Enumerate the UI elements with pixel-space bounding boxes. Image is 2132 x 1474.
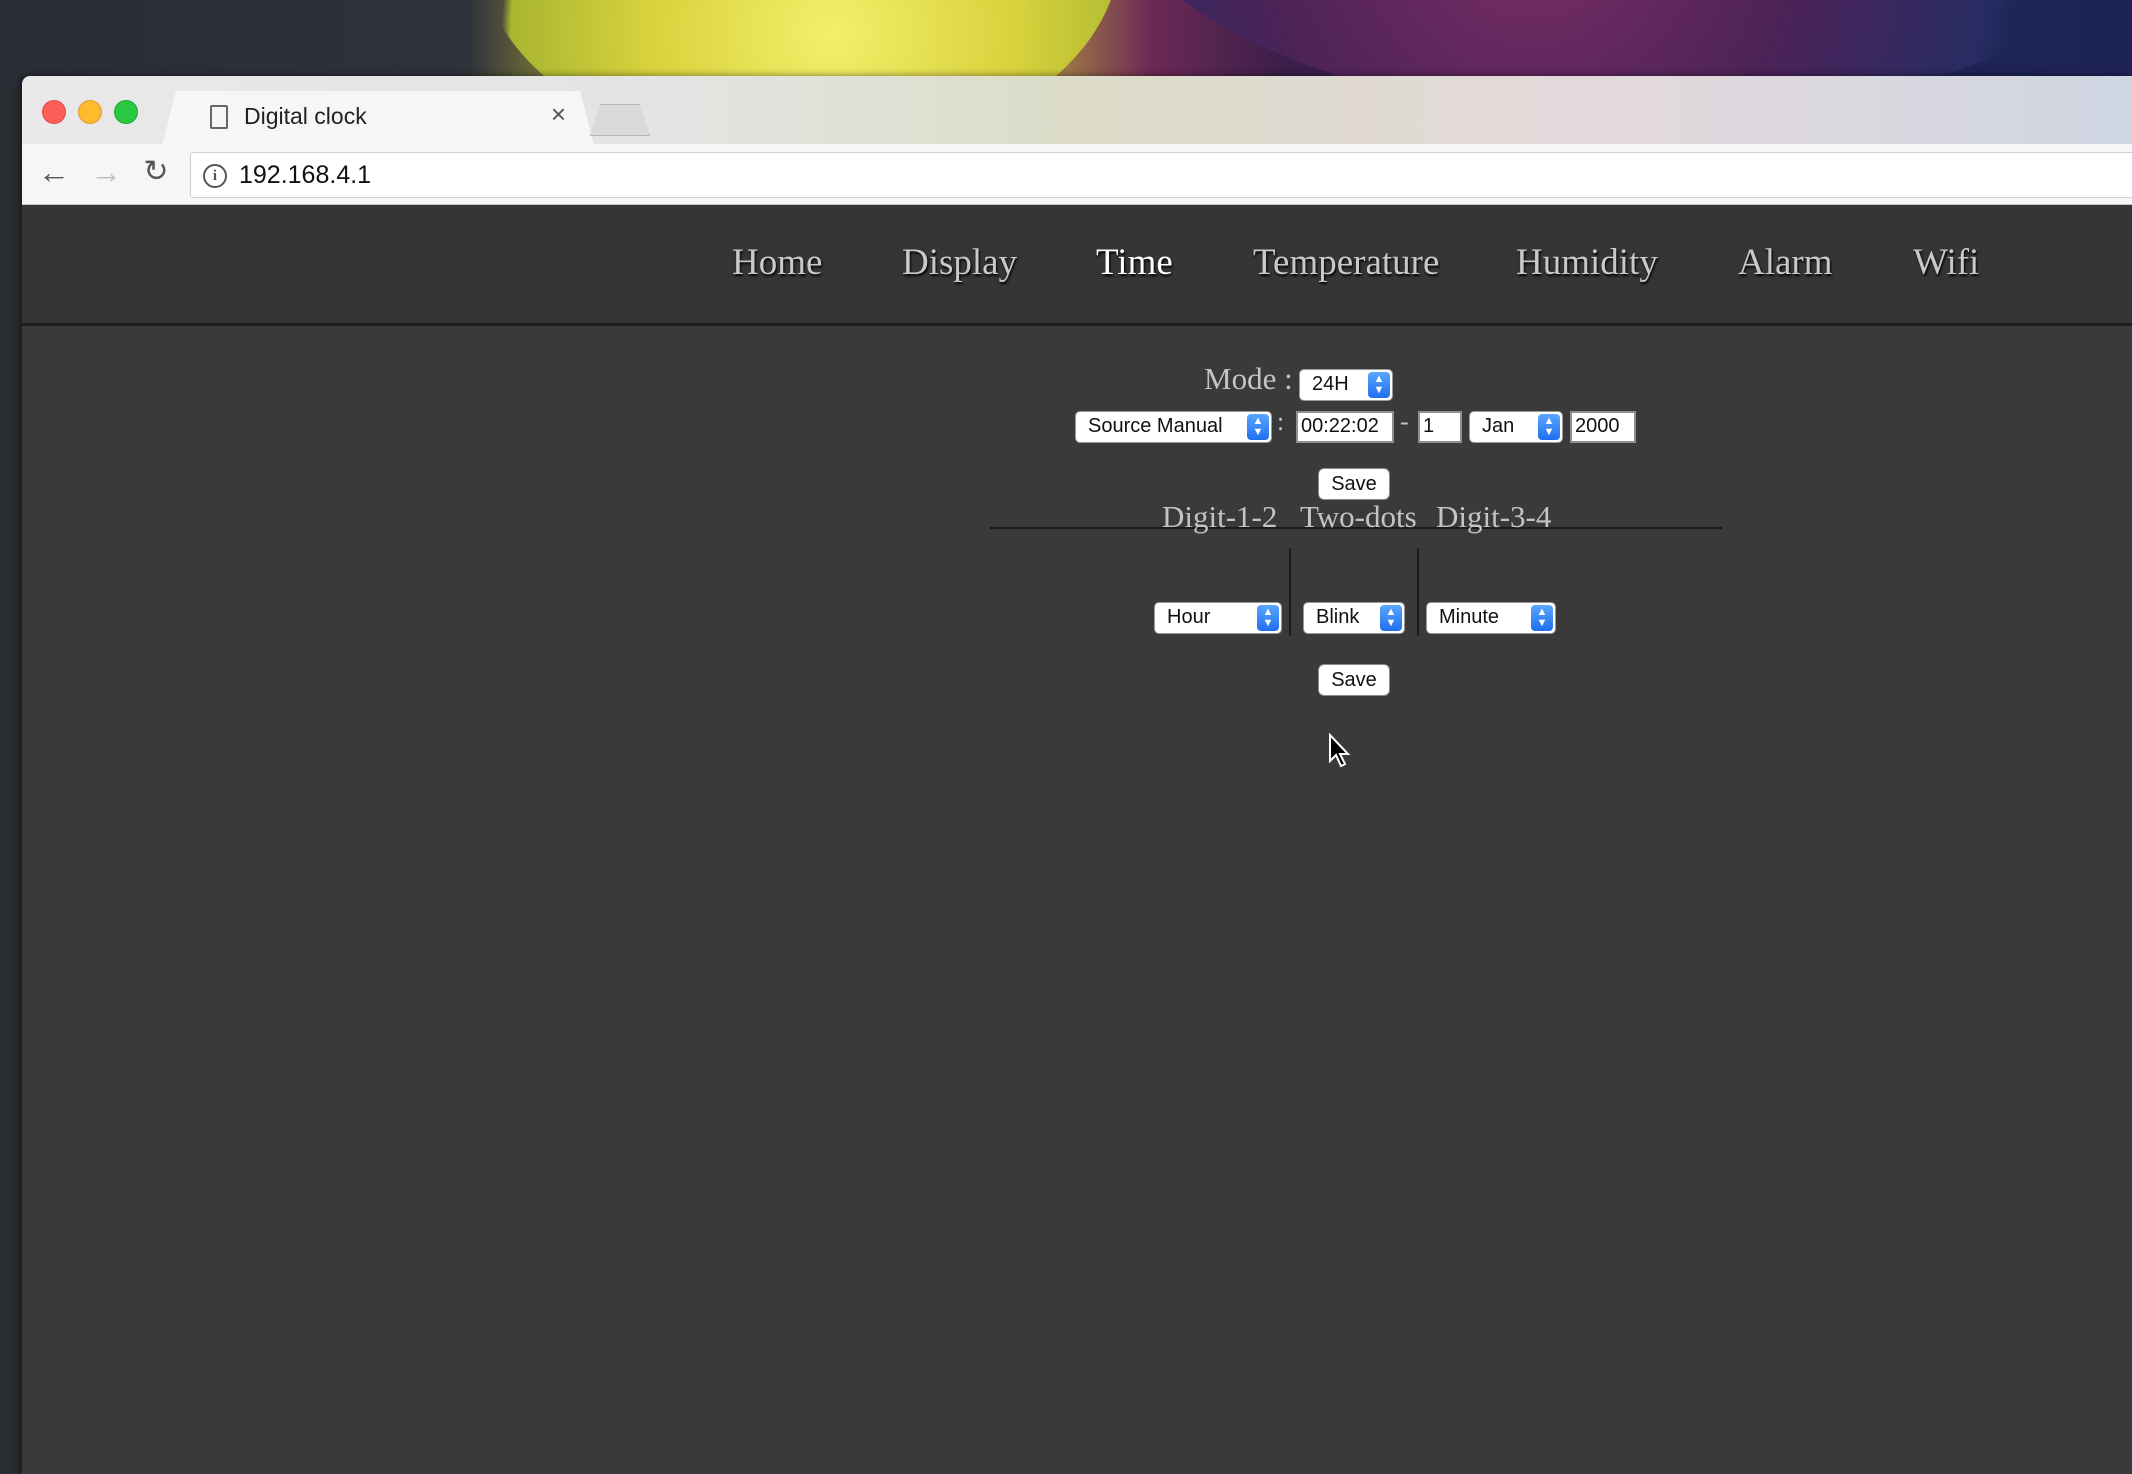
column-divider [1417,548,1419,636]
colon-separator: : [1277,407,1285,436]
top-menu: Home Display Time Temperature Humidity A… [22,205,2132,326]
new-tab-button[interactable] [590,104,650,136]
browser-window: Digital clock × ← → ↻ i 192.168.4.1 Home… [22,76,2132,1474]
digit-3-4-label: Digit-3-4 [1436,499,1552,534]
select-arrows-icon: ▲ ▼ [1247,414,1269,440]
digit-3-4-select-value: Minute [1439,606,1500,628]
select-arrows-icon: ▲ ▼ [1368,372,1390,398]
menu-item-display[interactable]: Display [902,241,1017,284]
source-select-value: Source Manual [1088,415,1223,437]
maximize-window-button[interactable] [114,100,138,124]
tab-digital-clock[interactable]: Digital clock × [162,91,594,145]
menu-item-time[interactable]: Time [1096,241,1173,284]
mode-select[interactable]: 24H ▲ ▼ [1300,370,1392,400]
column-divider [1289,548,1291,636]
minimize-window-button[interactable] [78,100,102,124]
forward-arrow-icon[interactable]: → [86,152,126,192]
month-select-value: Jan [1482,415,1515,437]
save-digits-button[interactable]: Save [1319,665,1389,695]
day-input-value: 1 [1423,415,1435,437]
source-select[interactable]: Source Manual ▲ ▼ [1076,412,1271,442]
digit-1-2-select[interactable]: Hour ▲ ▼ [1155,603,1281,633]
menu-item-home[interactable]: Home [732,241,822,284]
close-window-button[interactable] [42,100,66,124]
info-icon[interactable]: i [203,164,227,188]
reload-icon[interactable]: ↻ [136,152,176,192]
mode-select-value: 24H [1312,373,1349,395]
desktop: Digital clock × ← → ↻ i 192.168.4.1 Home… [0,0,2132,1474]
month-select[interactable]: Jan ▲ ▼ [1470,412,1562,442]
menu-item-humidity[interactable]: Humidity [1516,241,1658,284]
select-arrows-icon: ▲ ▼ [1538,414,1560,440]
day-input[interactable]: 1 [1418,411,1462,443]
year-input-value: 2000 [1575,415,1620,437]
select-arrows-icon: ▲ ▼ [1380,605,1402,631]
time-input[interactable]: 00:22:02 [1296,411,1394,443]
mouse-cursor-icon [1329,733,1351,768]
two-dots-select-value: Blink [1316,606,1360,628]
mode-label: Mode : [1204,361,1293,396]
time-input-value: 00:22:02 [1301,415,1379,437]
page-icon [210,105,228,129]
address-bar[interactable]: i 192.168.4.1 [190,152,2132,198]
menu-item-temperature[interactable]: Temperature [1253,241,1439,284]
digit-1-2-select-value: Hour [1167,606,1211,628]
two-dots-select[interactable]: Blink ▲ ▼ [1304,603,1404,633]
digit-1-2-label: Digit-1-2 [1162,499,1278,534]
select-arrows-icon: ▲ ▼ [1257,605,1279,631]
title-bar: Digital clock × [22,76,2132,144]
two-dots-label: Two-dots [1300,499,1417,534]
save-time-button[interactable]: Save [1319,469,1389,499]
digit-3-4-select[interactable]: Minute ▲ ▼ [1427,603,1555,633]
menu-item-wifi[interactable]: Wifi [1913,241,1979,284]
back-arrow-icon[interactable]: ← [34,152,74,192]
year-input[interactable]: 2000 [1570,411,1636,443]
select-arrows-icon: ▲ ▼ [1531,605,1553,631]
tab-close-icon[interactable]: × [551,101,566,127]
dash-separator: - [1400,407,1409,436]
page-content: Home Display Time Temperature Humidity A… [22,205,2132,1474]
url-text[interactable]: 192.168.4.1 [239,161,371,190]
browser-toolbar: ← → ↻ i 192.168.4.1 [22,144,2132,205]
menu-item-alarm[interactable]: Alarm [1738,241,1833,284]
tab-title: Digital clock [244,103,367,129]
